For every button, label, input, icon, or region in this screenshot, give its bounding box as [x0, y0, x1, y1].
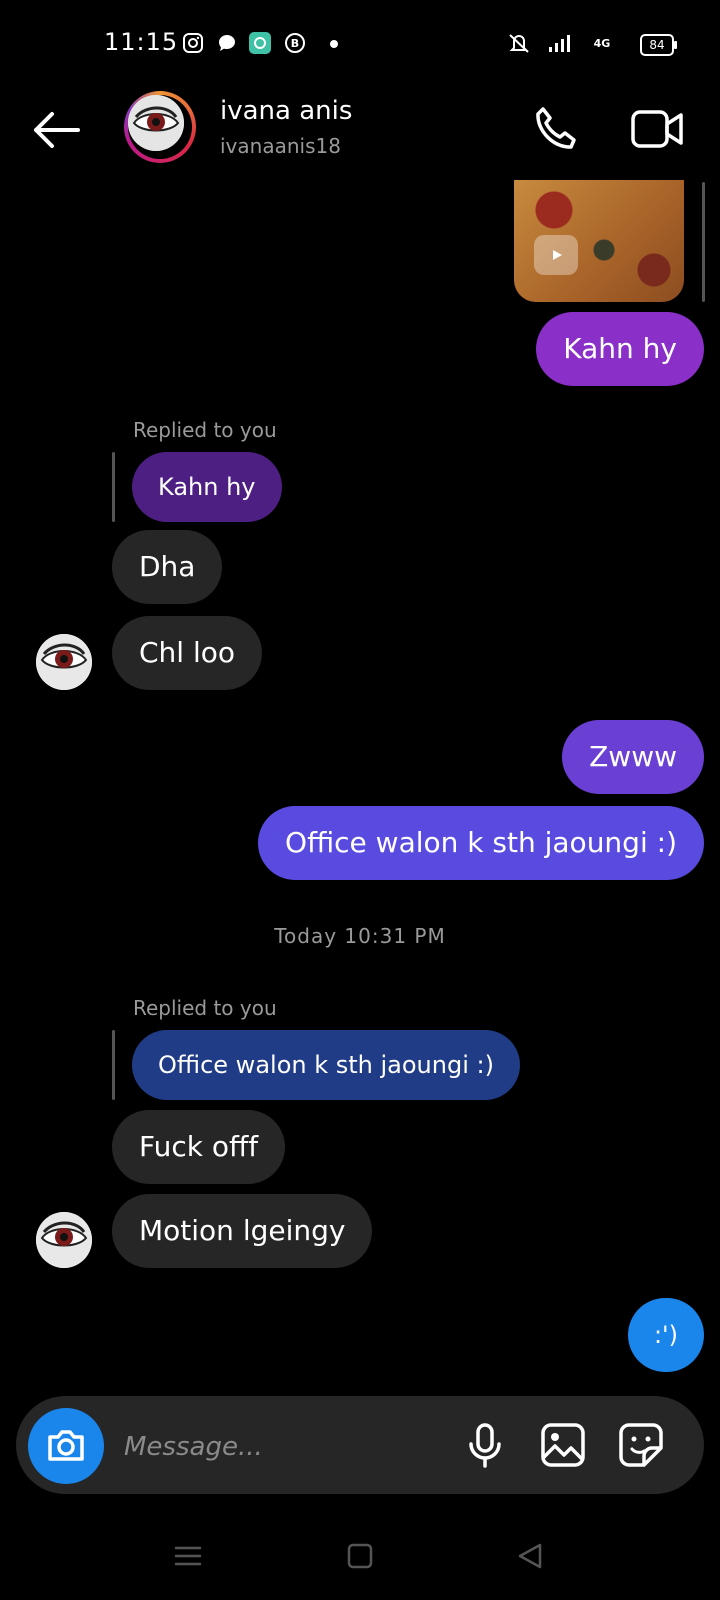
home-button[interactable]: [340, 1536, 380, 1576]
profile-avatar[interactable]: [124, 91, 196, 163]
recent-apps-button[interactable]: [168, 1536, 208, 1576]
video-call-button[interactable]: [630, 104, 686, 154]
voice-call-button[interactable]: [530, 104, 580, 154]
eye-avatar-icon: [128, 95, 184, 151]
reel-icon: [534, 235, 578, 275]
battery-indicator: 84: [640, 34, 677, 56]
microphone-icon: [469, 1423, 501, 1468]
shared-reel-thumbnail[interactable]: [514, 180, 684, 302]
menu-icon: [174, 1546, 202, 1566]
message-sent[interactable]: Zwww: [562, 720, 704, 794]
reply-label: Replied to you: [133, 418, 277, 442]
notification-dot: [330, 40, 338, 48]
message-input[interactable]: [122, 1424, 446, 1470]
gallery-icon: [541, 1423, 585, 1467]
message-received[interactable]: Dha: [112, 530, 223, 604]
reply-quote[interactable]: Kahn hy: [132, 452, 282, 522]
business-icon: B: [284, 32, 306, 54]
svg-text:B: B: [291, 37, 299, 50]
message-received[interactable]: Motion lgeingy: [112, 1194, 373, 1268]
eye-avatar-icon: [36, 634, 92, 690]
camera-button[interactable]: [28, 1408, 104, 1484]
system-back-button[interactable]: [510, 1536, 550, 1576]
status-time: 11:15: [104, 28, 179, 56]
network-label: 4G: [593, 36, 611, 50]
app-notification-icon: [249, 32, 271, 54]
home-square-icon: [347, 1543, 373, 1569]
phone-icon: [536, 107, 576, 149]
network-4g-icon: 4G: [582, 32, 622, 54]
reply-bar: [112, 452, 115, 522]
message-sent[interactable]: Office walon k sth jaoungi :): [258, 806, 704, 880]
instagram-icon: [182, 32, 204, 54]
scrollbar[interactable]: [702, 182, 705, 302]
chat-icon: [216, 32, 238, 54]
microphone-button[interactable]: [460, 1420, 510, 1470]
sticker-button[interactable]: [616, 1420, 666, 1470]
message-sent[interactable]: :'): [627, 1298, 704, 1372]
reply-quote[interactable]: Office walon k sth jaoungi :): [132, 1030, 520, 1100]
gallery-button[interactable]: [538, 1420, 588, 1470]
message-received[interactable]: Fuck offf: [112, 1110, 286, 1184]
eye-avatar-icon: [36, 1212, 92, 1268]
back-button[interactable]: [30, 108, 82, 152]
signal-icon: [548, 32, 572, 54]
sticker-icon: [619, 1423, 663, 1467]
back-arrow-icon: [34, 112, 80, 148]
video-camera-icon: [631, 110, 683, 148]
reply-label: Replied to you: [133, 996, 277, 1020]
contact-username: ivanaanis18: [220, 134, 341, 158]
message-received[interactable]: Chl loo: [112, 616, 263, 690]
sender-avatar[interactable]: [36, 634, 92, 690]
conversation-timestamp: Today 10:31 PM: [274, 924, 446, 948]
triangle-back-icon: [518, 1543, 542, 1569]
camera-icon: [48, 1430, 84, 1461]
reply-bar: [112, 1030, 115, 1100]
message-sent[interactable]: Kahn hy: [536, 312, 704, 386]
contact-name[interactable]: ivana anis: [220, 96, 352, 126]
mute-icon: [506, 32, 532, 54]
sender-avatar[interactable]: [36, 1212, 92, 1268]
